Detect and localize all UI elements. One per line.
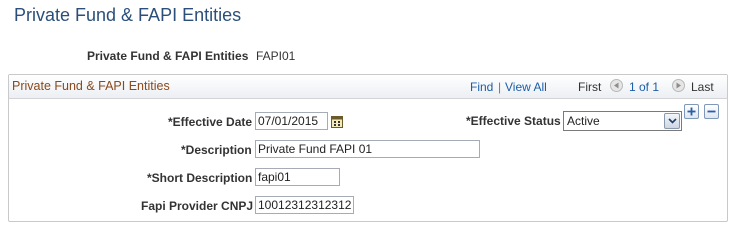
calendar-icon[interactable] [331, 115, 343, 128]
left-arrow-icon[interactable] [610, 79, 623, 92]
first-label: First [578, 80, 602, 94]
provider-cnpj-input[interactable] [255, 196, 354, 214]
key-value: FAPI01 [256, 49, 296, 63]
grid-header: Private Fund & FAPI Entities Find | View… [9, 75, 727, 99]
effective-status-label: *Effective Status [466, 114, 561, 128]
last-label: Last [691, 80, 714, 94]
view-all-link[interactable]: View All [505, 80, 547, 94]
chevron-down-icon[interactable] [664, 113, 680, 129]
find-link[interactable]: Find [470, 80, 493, 94]
description-label: *Description [181, 143, 252, 157]
right-arrow-icon[interactable] [672, 79, 685, 92]
row-count: 1 of 1 [629, 80, 660, 94]
grid-title: Private Fund & FAPI Entities [12, 79, 170, 93]
provider-cnpj-label: Fapi Provider CNPJ [141, 199, 254, 213]
plus-icon[interactable] [684, 104, 699, 119]
effective-status-select[interactable]: Active [563, 111, 682, 131]
description-input[interactable] [255, 140, 480, 158]
effective-date-input[interactable] [255, 112, 328, 130]
effective-date-label: *Effective Date [168, 115, 253, 129]
nav-separator: | [498, 80, 502, 94]
effective-status-value: Active [567, 114, 600, 128]
page-title: Private Fund & FAPI Entities [14, 5, 242, 25]
key-label: Private Fund & FAPI Entities [87, 49, 249, 63]
short-description-input[interactable] [255, 168, 340, 186]
minus-icon[interactable] [704, 104, 719, 119]
short-description-label: *Short Description [147, 171, 253, 185]
